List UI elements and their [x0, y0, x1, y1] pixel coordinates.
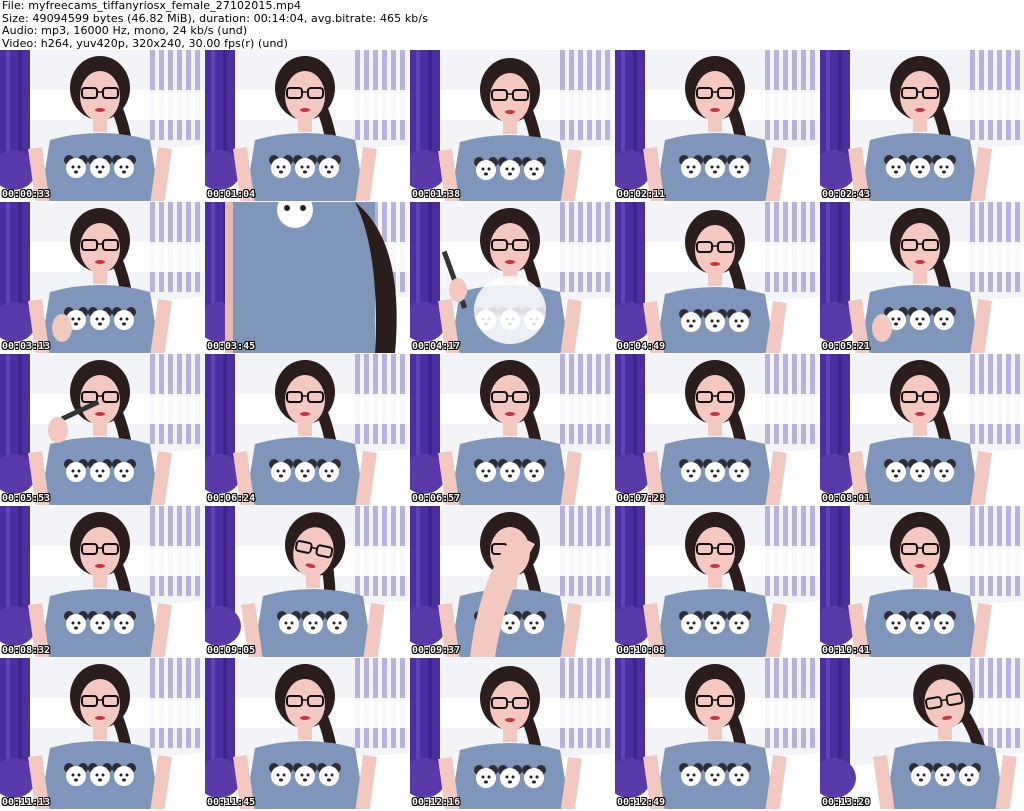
thumbnail-grid: 00:00:33 00:01:04 00:01:38 00:02:11 00:02:43… — [0, 50, 1024, 811]
thumbnail-timestamp: 00:11:45 — [207, 797, 256, 808]
video-info-line: Video: h264, yuv420p, 320x240, 30.00 fps… — [2, 36, 289, 50]
thumbnail-timestamp: 00:04:49 — [617, 341, 666, 352]
thumbnail-frame-image — [205, 658, 409, 809]
thumbnail-frame-image — [205, 354, 409, 505]
thumbnail-timestamp: 00:10:41 — [822, 645, 871, 656]
thumbnail-timestamp: 00:03:45 — [207, 341, 256, 352]
video-thumbnail: 00:10:41 — [820, 506, 1024, 657]
video-thumbnail: 00:01:38 — [410, 50, 614, 201]
thumbnail-timestamp: 00:08:32 — [2, 645, 51, 656]
thumbnail-frame-image — [820, 202, 1024, 353]
thumbnail-timestamp: 00:01:38 — [412, 189, 461, 200]
thumbnail-timestamp: 00:01:04 — [207, 189, 256, 200]
thumbnail-frame-image — [820, 50, 1024, 201]
video-thumbnail: 00:08:01 — [820, 354, 1024, 505]
thumbnail-frame-image — [205, 50, 409, 201]
thumbnail-timestamp: 00:09:05 — [207, 645, 256, 656]
thumbnail-frame-image — [615, 50, 819, 201]
thumbnail-frame-image — [615, 506, 819, 657]
thumbnail-timestamp: 00:07:28 — [617, 493, 666, 504]
audio-info-line: Audio: mp3, 16000 Hz, mono, 24 kb/s (und… — [2, 24, 248, 37]
video-thumbnail: 00:00:33 — [0, 50, 204, 201]
thumbnail-frame-image — [410, 354, 614, 505]
video-thumbnail: 00:12:49 — [615, 658, 819, 809]
thumbnail-frame-image — [0, 354, 204, 505]
thumbnail-timestamp: 00:02:43 — [822, 189, 871, 200]
video-thumbnail: 00:01:04 — [205, 50, 409, 201]
thumbnail-frame-image — [0, 202, 204, 353]
video-thumbnail: 00:12:16 — [410, 658, 614, 809]
thumbnail-timestamp: 00:10:08 — [617, 645, 666, 656]
thumbnail-frame-image — [0, 658, 204, 809]
video-thumbnail: 00:02:11 — [615, 50, 819, 201]
thumbnail-frame-image — [820, 506, 1024, 657]
thumbnail-frame-image — [410, 50, 614, 201]
video-info-header: File: myfreecams_tiffanyriosx_female_271… — [2, 0, 1022, 50]
video-thumbnail: 00:03:13 — [0, 202, 204, 353]
video-thumbnail: 00:10:08 — [615, 506, 819, 657]
thumbnail-frame-image — [410, 506, 614, 657]
video-thumbnail: 00:03:45 — [205, 202, 409, 353]
thumbnail-timestamp: 00:09:37 — [412, 645, 461, 656]
thumbnail-frame-image — [615, 202, 819, 353]
thumbnail-timestamp: 00:06:24 — [207, 493, 256, 504]
thumbnail-frame-image — [820, 354, 1024, 505]
video-thumbnail: 00:08:32 — [0, 506, 204, 657]
video-thumbnail: 00:05:53 — [0, 354, 204, 505]
file-name-line: File: myfreecams_tiffanyriosx_female_271… — [2, 0, 302, 12]
thumbnail-timestamp: 00:00:33 — [2, 189, 51, 200]
thumbnail-timestamp: 00:03:13 — [2, 341, 51, 352]
thumbnail-timestamp: 00:05:53 — [2, 493, 51, 504]
video-thumbnail: 00:06:24 — [205, 354, 409, 505]
thumbnail-timestamp: 00:06:57 — [412, 493, 461, 504]
video-thumbnail: 00:09:37 — [410, 506, 614, 657]
video-thumbnail: 00:11:45 — [205, 658, 409, 809]
thumbnail-frame-image — [820, 658, 1024, 809]
video-thumbnail: 00:09:05 — [205, 506, 409, 657]
thumbnail-frame-image — [410, 202, 614, 353]
video-thumbnail: 00:06:57 — [410, 354, 614, 505]
thumbnail-timestamp: 00:02:11 — [617, 189, 666, 200]
thumbnail-timestamp: 00:04:17 — [412, 341, 461, 352]
thumbnail-timestamp: 00:11:13 — [2, 797, 51, 808]
thumbnail-frame-image — [205, 202, 409, 353]
thumbnail-timestamp: 00:12:49 — [617, 797, 666, 808]
thumbnail-frame-image — [615, 658, 819, 809]
thumbnail-frame-image — [205, 506, 409, 657]
thumbnail-frame-image — [0, 506, 204, 657]
thumbnail-frame-image — [0, 50, 204, 201]
thumbnail-timestamp: 00:12:16 — [412, 797, 461, 808]
thumbnail-frame-image — [410, 658, 614, 809]
thumbnail-timestamp: 00:08:01 — [822, 493, 871, 504]
thumbnail-frame-image — [615, 354, 819, 505]
video-thumbnail: 00:11:13 — [0, 658, 204, 809]
thumbnail-timestamp: 00:05:21 — [822, 341, 871, 352]
video-thumbnail: 00:04:49 — [615, 202, 819, 353]
video-thumbnail: 00:02:43 — [820, 50, 1024, 201]
video-thumbnail: 00:13:20 — [820, 658, 1024, 809]
thumbnail-timestamp: 00:13:20 — [822, 797, 871, 808]
video-thumbnail: 00:04:17 — [410, 202, 614, 353]
video-thumbnail: 00:07:28 — [615, 354, 819, 505]
video-thumbnail: 00:05:21 — [820, 202, 1024, 353]
